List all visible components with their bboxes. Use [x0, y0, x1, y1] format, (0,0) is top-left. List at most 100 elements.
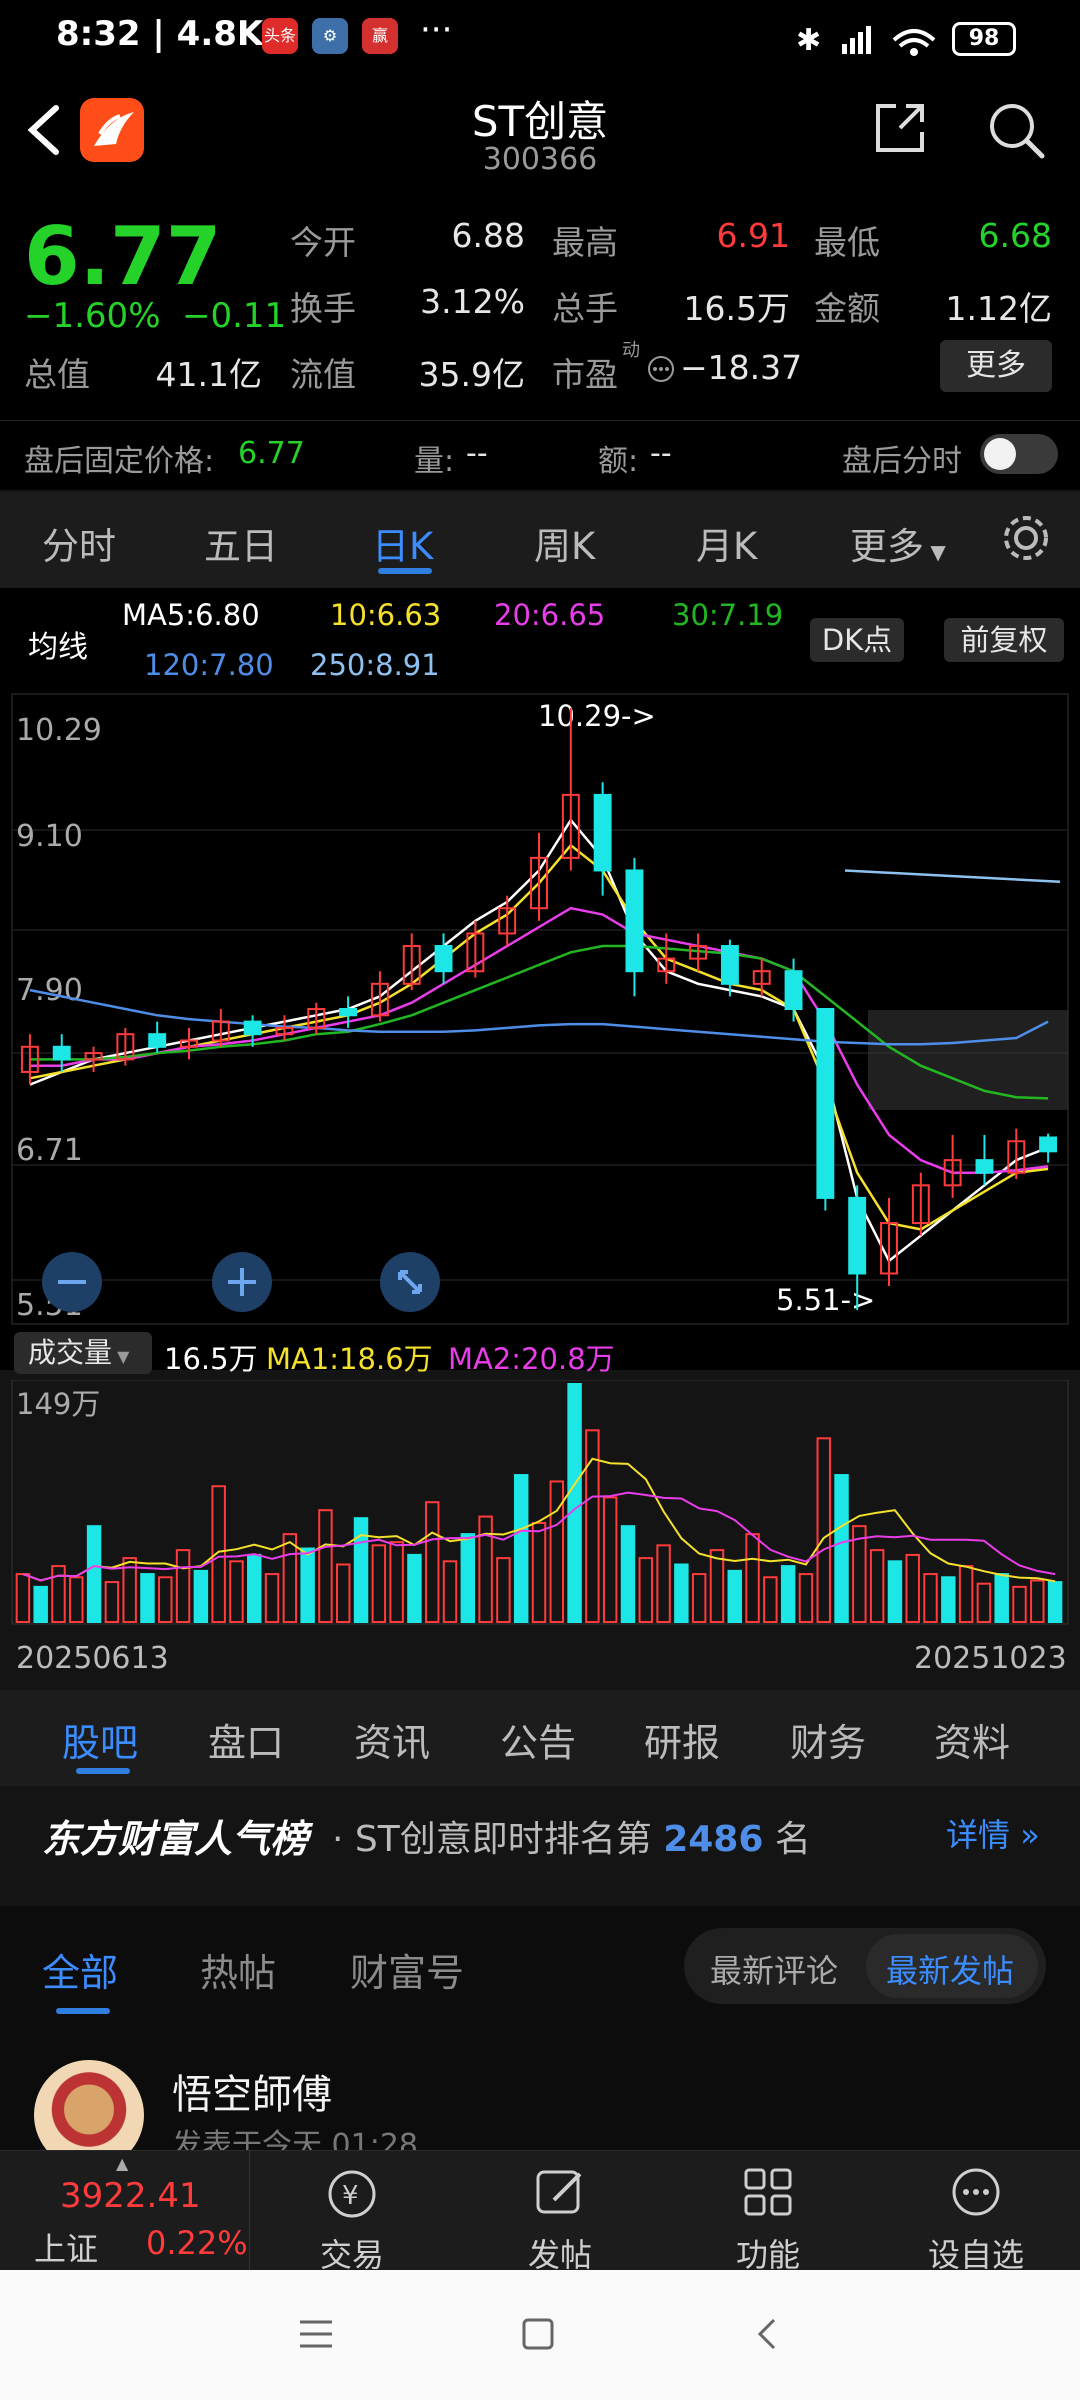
volume-bar	[247, 1553, 262, 1623]
cell-signal-icon	[842, 26, 871, 54]
volume-bar	[282, 1533, 298, 1623]
candle-body	[1039, 1136, 1058, 1153]
volume-value: 16.5万	[683, 289, 790, 328]
after-hours-timeshare-label: 盘后分时	[842, 444, 962, 479]
volume-bar	[763, 1576, 778, 1623]
tab-guba[interactable]: 股吧	[62, 1712, 138, 1767]
sort-latest-post[interactable]: 最新发帖	[886, 1946, 1014, 1992]
volume-bar	[318, 1509, 333, 1623]
after-hours-toggle[interactable]	[980, 434, 1058, 474]
tab-profile[interactable]: 资料	[934, 1712, 1010, 1767]
volume-bar	[834, 1474, 849, 1623]
more-circle-icon	[952, 2168, 1000, 2216]
trade-icon: ¥	[328, 2170, 376, 2218]
post-author[interactable]: 悟空師傅	[172, 2062, 332, 2120]
feed-tab-hot[interactable]: 热帖	[200, 1942, 276, 1997]
volume-bar	[371, 1544, 387, 1623]
search-icon[interactable]	[984, 98, 1048, 162]
kline-chart[interactable]: 10.29 9.10 7.90 6.71 5.51 10.29-> 5.51->	[0, 690, 1080, 1330]
index-name: 上证	[34, 2230, 99, 2268]
tab-financials[interactable]: 财务	[790, 1712, 866, 1767]
svg-text:¥: ¥	[342, 2181, 359, 2211]
volume-bar	[1047, 1581, 1063, 1623]
volume-bar	[531, 1521, 547, 1623]
candle-body	[625, 869, 644, 973]
volume-bar	[513, 1474, 529, 1623]
zoom-out-icon[interactable]	[40, 1250, 104, 1314]
volume-bar	[264, 1573, 280, 1623]
volume-bar	[229, 1560, 244, 1624]
home-icon[interactable]	[518, 2316, 558, 2352]
volume-bar	[496, 1557, 511, 1623]
indicator-selector[interactable]: 成交量 ▼	[14, 1332, 152, 1374]
share-icon[interactable]	[870, 98, 930, 158]
tab-more[interactable]: 更多 ▼	[850, 516, 946, 570]
volume-bar	[994, 1573, 1009, 1623]
pe-info-icon[interactable]	[646, 354, 676, 384]
tab-weekly-k[interactable]: 周K	[534, 516, 595, 570]
wifi-icon	[892, 29, 936, 56]
zoom-in-icon[interactable]	[210, 1250, 274, 1314]
fullscreen-icon[interactable]	[378, 1250, 442, 1314]
tab-five-day[interactable]: 五日	[204, 516, 278, 570]
feed-tab-fortune[interactable]: 财富号	[350, 1942, 464, 1997]
post-button[interactable]: 发帖	[480, 2150, 640, 2274]
volume-bar	[923, 1573, 938, 1623]
low-annotation: 5.51->	[776, 1283, 875, 1317]
volume-bar	[674, 1563, 689, 1623]
volume-bar	[869, 1549, 885, 1623]
low-label: 最低	[814, 223, 880, 262]
tab-research[interactable]: 研报	[644, 1712, 720, 1767]
volume-bar	[389, 1541, 404, 1623]
volume-bar	[353, 1517, 369, 1623]
volume-bar	[976, 1582, 992, 1623]
high-label: 最高	[552, 223, 618, 262]
volume-bar	[407, 1553, 422, 1623]
dk-point-button[interactable]: DK点	[810, 618, 904, 662]
volume-bar	[602, 1496, 618, 1623]
volume-bar	[798, 1573, 814, 1623]
start-date: 20250613	[16, 1641, 169, 1676]
volume-chart[interactable]: 149万 20250613 20251023	[0, 1380, 1080, 1690]
settings-gear-icon[interactable]	[998, 510, 1054, 566]
volume-bar	[887, 1560, 903, 1624]
volume-bar	[709, 1549, 725, 1623]
ma-label: 均线	[28, 630, 88, 665]
volume-bar	[1030, 1579, 1045, 1624]
post-item[interactable]	[0, 2020, 1080, 2150]
functions-button[interactable]: 功能	[688, 2150, 848, 2274]
change-percent: −1.60%	[24, 296, 161, 336]
candle-body	[848, 1196, 867, 1275]
y-tick-3: 7.90	[16, 973, 83, 1008]
trade-button[interactable]: ¥ 交易	[272, 2150, 432, 2274]
amount-value: 1.12亿	[945, 289, 1052, 328]
add-watchlist-button[interactable]: 设自选	[896, 2150, 1056, 2274]
tab-timeshare[interactable]: 分时	[42, 516, 116, 570]
y-tick-2: 9.10	[16, 819, 83, 854]
candle-body	[52, 1045, 71, 1061]
expand-up-icon: ▲	[116, 2154, 129, 2173]
tab-monthly-k[interactable]: 月K	[696, 516, 757, 570]
volume-ma2: MA2:20.8万	[448, 1342, 615, 1376]
tab-orderbook[interactable]: 盘口	[208, 1712, 284, 1767]
back-icon[interactable]	[748, 2316, 788, 2352]
pe-label: 市盈	[552, 355, 618, 394]
tab-announcements[interactable]: 公告	[500, 1712, 576, 1767]
more-quote-button[interactable]: 更多	[940, 340, 1052, 392]
volume-bar	[51, 1565, 66, 1624]
feed-tab-all[interactable]: 全部	[42, 1942, 118, 1997]
tab-news[interactable]: 资讯	[354, 1712, 430, 1767]
chevron-down-icon: ▼	[924, 540, 946, 564]
adjust-price-button[interactable]: 前复权	[944, 618, 1064, 662]
sort-latest-comment[interactable]: 最新评论	[710, 1946, 838, 1992]
ranking-detail-link[interactable]: 详情 »	[946, 1810, 1040, 1856]
volume-bar	[140, 1573, 155, 1623]
volume-label: 总手	[552, 289, 618, 328]
menu-icon[interactable]	[296, 2316, 336, 2352]
volume-bar	[620, 1525, 636, 1623]
index-ticker[interactable]: ▲ 3922.41 上证 0.22%	[0, 2150, 250, 2270]
tab-daily-k[interactable]: 日K	[372, 516, 433, 570]
volume-bar	[104, 1581, 120, 1623]
volume-bar	[478, 1515, 493, 1623]
candle-body	[339, 1008, 358, 1017]
